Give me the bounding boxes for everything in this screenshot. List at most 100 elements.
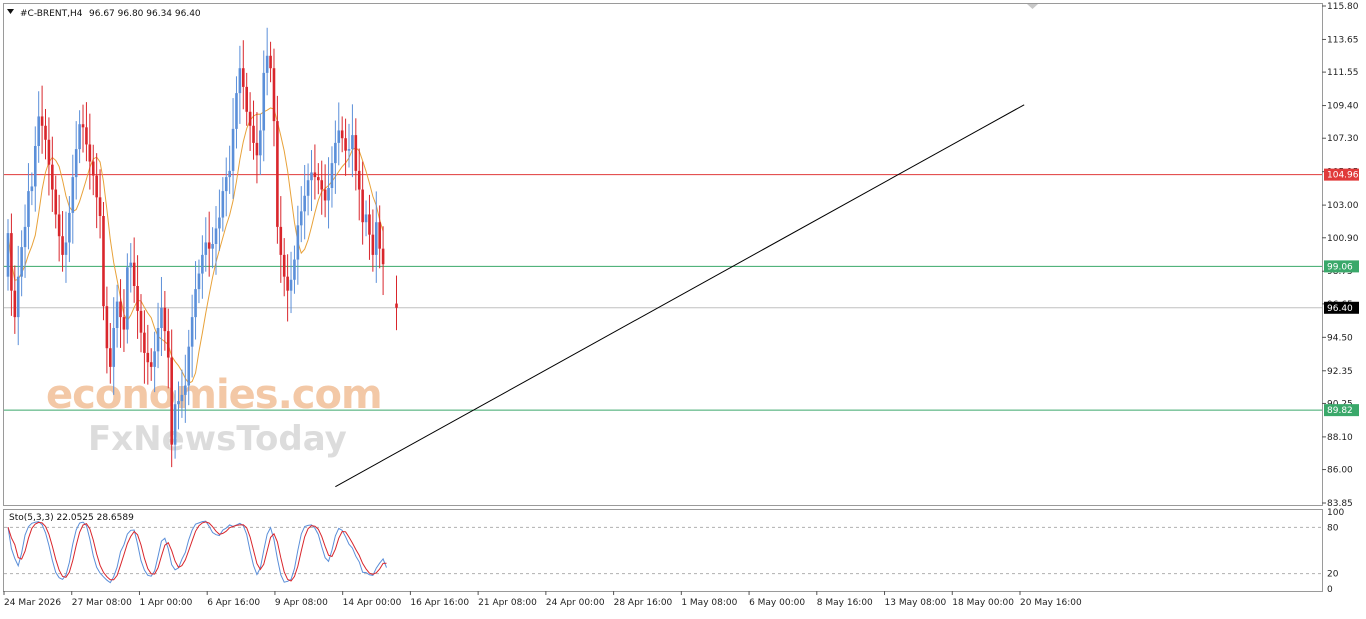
candle-body[interactable] [323, 189, 327, 201]
candle-body[interactable] [187, 346, 191, 386]
candle-body[interactable] [119, 301, 122, 318]
candle-body[interactable] [293, 259, 296, 280]
candle-body[interactable] [351, 135, 354, 150]
candle-body[interactable] [13, 290, 17, 318]
candle-body[interactable] [27, 191, 30, 227]
candle-body[interactable] [330, 163, 334, 188]
candle-body[interactable] [74, 149, 78, 178]
candle-body[interactable] [289, 279, 293, 291]
candle-body[interactable] [146, 352, 150, 363]
candle-body[interactable] [211, 244, 214, 249]
candle-body[interactable] [33, 146, 37, 187]
candle-body[interactable] [194, 289, 197, 318]
candle-body[interactable] [156, 328, 160, 352]
candle-body[interactable] [214, 228, 218, 244]
candle-body[interactable] [204, 242, 208, 255]
candle-body[interactable] [102, 216, 105, 307]
candle-body[interactable] [378, 222, 381, 249]
candle-body[interactable] [190, 317, 194, 347]
candle-body[interactable] [354, 135, 358, 171]
candle-body[interactable] [368, 214, 371, 235]
candle-body[interactable] [30, 186, 34, 192]
triangle-down-icon[interactable] [7, 9, 14, 14]
candle-body[interactable] [207, 242, 211, 249]
candle-body[interactable] [228, 170, 231, 178]
candle-body[interactable] [57, 214, 61, 237]
candle-body[interactable] [166, 331, 170, 358]
candle-body[interactable] [115, 301, 119, 328]
candle-body[interactable] [395, 303, 398, 308]
candle-body[interactable] [85, 127, 88, 145]
candle-body[interactable] [132, 262, 136, 286]
candle-body[interactable] [306, 180, 310, 196]
candle-body[interactable] [334, 142, 337, 164]
candle-body[interactable] [44, 125, 47, 140]
candle-body[interactable] [279, 226, 283, 255]
candle-body[interactable] [68, 212, 71, 243]
candle-body[interactable] [10, 233, 13, 291]
candle-body[interactable] [177, 401, 180, 405]
candle-body[interactable] [337, 130, 341, 143]
candle-body[interactable] [81, 124, 85, 128]
candle-body[interactable] [6, 233, 10, 277]
support-trendline[interactable] [335, 104, 1025, 488]
price-chart-panel[interactable]: economies.com FxNewsToday #C-BRENT,H4 96… [0, 0, 1366, 615]
candle-body[interactable] [310, 172, 313, 181]
candle-body[interactable] [245, 86, 248, 112]
candle-body[interactable] [347, 149, 351, 151]
candle-body[interactable] [126, 267, 129, 330]
candle-body[interactable] [71, 177, 75, 213]
candle-body[interactable] [129, 262, 133, 268]
candle-body[interactable] [221, 191, 225, 218]
candle-body[interactable] [180, 394, 184, 402]
candle-body[interactable] [109, 348, 112, 367]
candle-body[interactable] [340, 130, 344, 139]
candle-body[interactable] [252, 125, 255, 143]
candle-body[interactable] [16, 276, 20, 318]
candle-body[interactable] [54, 189, 58, 215]
candle-body[interactable] [381, 248, 385, 265]
candle-body[interactable] [241, 68, 245, 87]
candle-body[interactable] [91, 161, 95, 176]
candle-body[interactable] [163, 307, 167, 332]
candle-body[interactable] [47, 139, 51, 165]
candle-body[interactable] [231, 128, 235, 171]
one-click-trading-icon[interactable] [1027, 4, 1038, 9]
candle-body[interactable] [269, 55, 272, 69]
candle-body[interactable] [255, 142, 259, 156]
candle-body[interactable] [272, 68, 276, 122]
candle-body[interactable] [51, 164, 54, 190]
candle-body[interactable] [78, 124, 81, 150]
candle-body[interactable] [105, 306, 109, 349]
candle-body[interactable] [286, 276, 289, 291]
candle-body[interactable] [364, 214, 368, 223]
candle-body[interactable] [197, 273, 201, 290]
candle-body[interactable] [88, 144, 92, 162]
candle-body[interactable] [64, 242, 68, 255]
candle-body[interactable] [201, 254, 204, 274]
candle-body[interactable] [23, 226, 27, 248]
candle-body[interactable] [224, 177, 228, 192]
candle-body[interactable] [112, 328, 116, 367]
candle-body[interactable] [282, 254, 286, 277]
candle-body[interactable] [98, 197, 102, 216]
candle-body[interactable] [357, 170, 361, 190]
candle-body[interactable] [170, 357, 173, 445]
candle-body[interactable] [265, 55, 269, 73]
candle-body[interactable] [317, 177, 320, 181]
candle-body[interactable] [371, 234, 375, 255]
candle-body[interactable] [136, 286, 139, 311]
candle-body[interactable] [160, 307, 163, 328]
candle-body[interactable] [248, 111, 252, 126]
candle-body[interactable] [344, 138, 347, 151]
candle-body[interactable] [61, 236, 64, 255]
candle-body[interactable] [320, 180, 324, 190]
candle-body[interactable] [143, 332, 146, 353]
candle-body[interactable] [40, 116, 44, 126]
candle-body[interactable] [296, 225, 300, 260]
candle-body[interactable] [276, 121, 279, 227]
chart-canvas[interactable]: economies.com FxNewsToday #C-BRENT,H4 96… [0, 0, 1366, 615]
candle-body[interactable] [259, 130, 262, 156]
candle-body[interactable] [235, 93, 238, 129]
candle-body[interactable] [299, 211, 303, 226]
